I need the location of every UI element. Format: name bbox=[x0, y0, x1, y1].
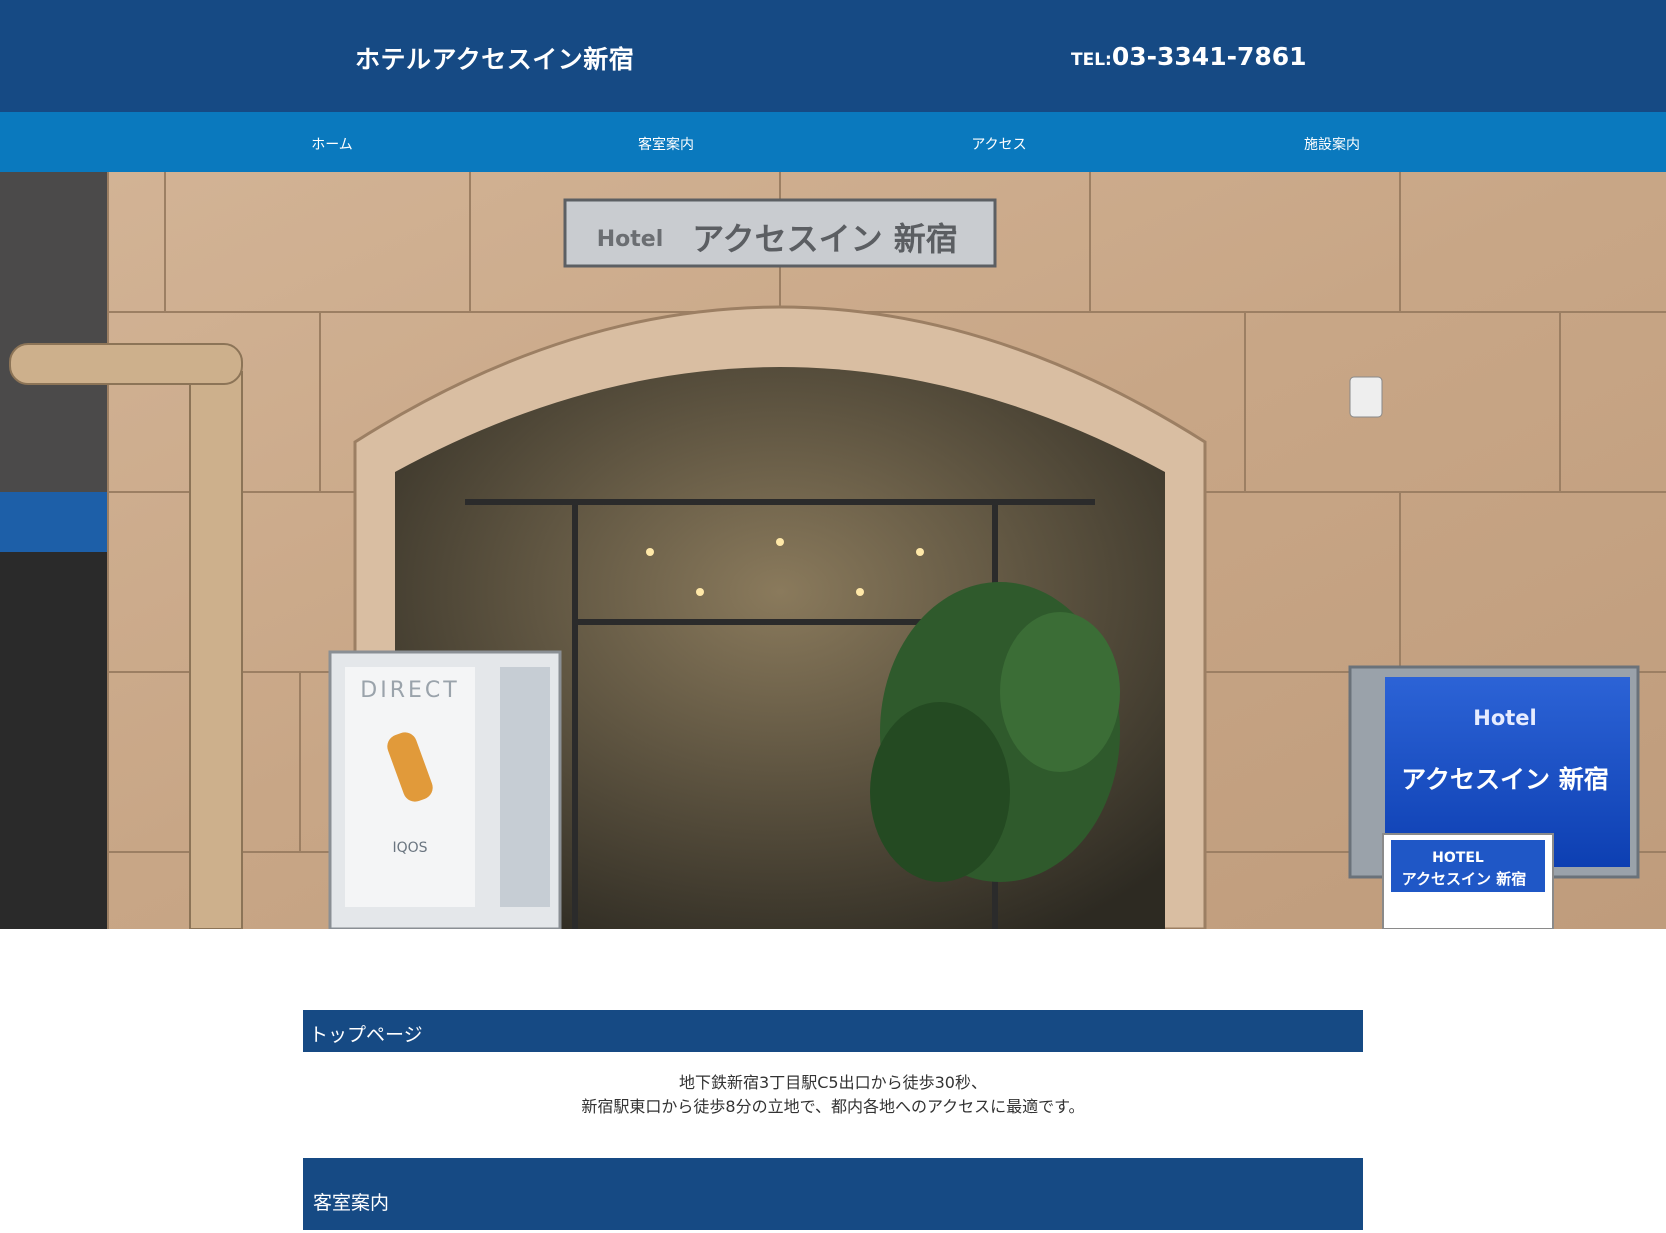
blue-awning bbox=[0, 492, 108, 552]
nav-item-home[interactable]: ホーム bbox=[232, 134, 432, 154]
standing-sign-hotel-text: HOTEL bbox=[1432, 850, 1484, 866]
site-header: ホテルアクセスイン新宿 TEL:03-3341-7861 bbox=[0, 0, 1666, 112]
nav-item-access[interactable]: アクセス bbox=[899, 134, 1099, 154]
tel-number: 03-3341-7861 bbox=[1111, 42, 1307, 71]
plate-name-text: アクセスイン 新宿 bbox=[692, 220, 958, 258]
security-camera bbox=[1349, 376, 1383, 418]
site-title[interactable]: ホテルアクセスイン新宿 bbox=[355, 40, 634, 76]
side-sign-hotel-text: Hotel bbox=[1473, 706, 1536, 730]
intro-text: 地下鉄新宿3丁目駅C5出口から徒歩30秒、 新宿駅東口から徒歩8分の立地で、都内… bbox=[303, 1071, 1363, 1119]
section-heading-rooms: 客室案内 bbox=[303, 1158, 1363, 1230]
hotel-name-plate: Hotel アクセスイン 新宿 bbox=[563, 198, 997, 268]
intro-line: 新宿駅東口から徒歩8分の立地で、都内各地へのアクセスに最適です。 bbox=[581, 1097, 1085, 1116]
nav-item-rooms[interactable]: 客室案内 bbox=[566, 134, 766, 154]
section-heading-top-page: トップページ bbox=[303, 1010, 1363, 1052]
vending-brand-text: DIRECT bbox=[360, 678, 459, 703]
standing-sign-name-text: アクセスイン 新宿 bbox=[1402, 870, 1526, 888]
side-sign-name-text: アクセスイン 新宿 bbox=[1401, 765, 1608, 794]
main-nav: ホーム 客室案内 アクセス 施設案内 bbox=[0, 112, 1666, 172]
vending-product-text: IQOS bbox=[392, 840, 427, 856]
tel-prefix: TEL: bbox=[1071, 50, 1112, 70]
hero-image: DIRECT IQOS Hotel アクセスイン 新宿 Hotel アクセスイン… bbox=[0, 172, 1666, 929]
hotel-standing-sign: HOTEL アクセスイン 新宿 bbox=[1382, 833, 1554, 929]
intro-line: 地下鉄新宿3丁目駅C5出口から徒歩30秒、 bbox=[679, 1073, 987, 1092]
hotel-entrance-photo: DIRECT IQOS Hotel アクセスイン 新宿 Hotel アクセスイン… bbox=[0, 172, 1666, 929]
plate-hotel-text: Hotel bbox=[597, 227, 664, 252]
vending-machine: DIRECT IQOS bbox=[328, 650, 562, 929]
phone-number[interactable]: TEL:03-3341-7861 bbox=[1071, 42, 1307, 71]
nav-item-facilities[interactable]: 施設案内 bbox=[1232, 134, 1432, 154]
